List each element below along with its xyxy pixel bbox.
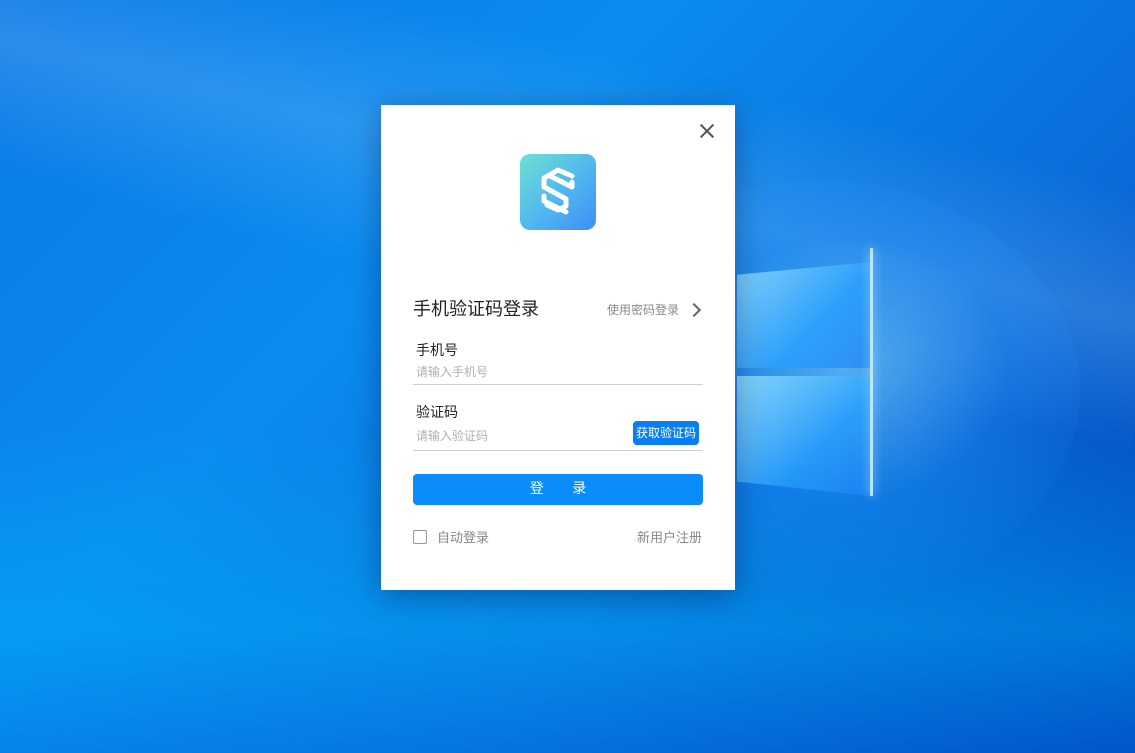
phone-label: 手机号 [416,343,458,359]
auto-login-checkbox[interactable] [413,529,427,544]
login-dialog: 手机验证码登录 使用密码登录 手机号 验证码 获取验证码 登 录 自动登录 新用… [381,105,735,590]
register-link[interactable]: 新用户注册 [637,527,702,546]
windows-logo-pane-bottom [737,376,871,496]
phone-field: 手机号 [413,340,703,385]
code-field: 验证码 获取验证码 [413,402,703,451]
code-label: 验证码 [416,405,458,421]
app-logo-icon [520,154,596,230]
title-row: 手机验证码登录 使用密码登录 [413,295,703,321]
auto-login-label[interactable]: 自动登录 [437,527,489,546]
get-code-button[interactable]: 获取验证码 [632,421,699,445]
password-login-link[interactable]: 使用密码登录 [607,301,703,318]
phone-input[interactable] [416,362,626,382]
password-login-label[interactable]: 使用密码登录 [607,301,679,318]
login-button[interactable]: 登 录 [413,474,703,505]
desktop-wallpaper: 手机验证码登录 使用密码登录 手机号 验证码 获取验证码 登 录 自动登录 新用… [0,0,1135,753]
code-input[interactable] [416,426,626,446]
windows-logo-pane-top [737,262,871,368]
close-icon[interactable] [696,120,718,142]
windows-logo-edge [870,248,873,496]
auto-login-option[interactable]: 自动登录 [413,527,489,546]
dialog-title: 手机验证码登录 [413,299,539,320]
chevron-right-icon[interactable] [686,302,702,317]
